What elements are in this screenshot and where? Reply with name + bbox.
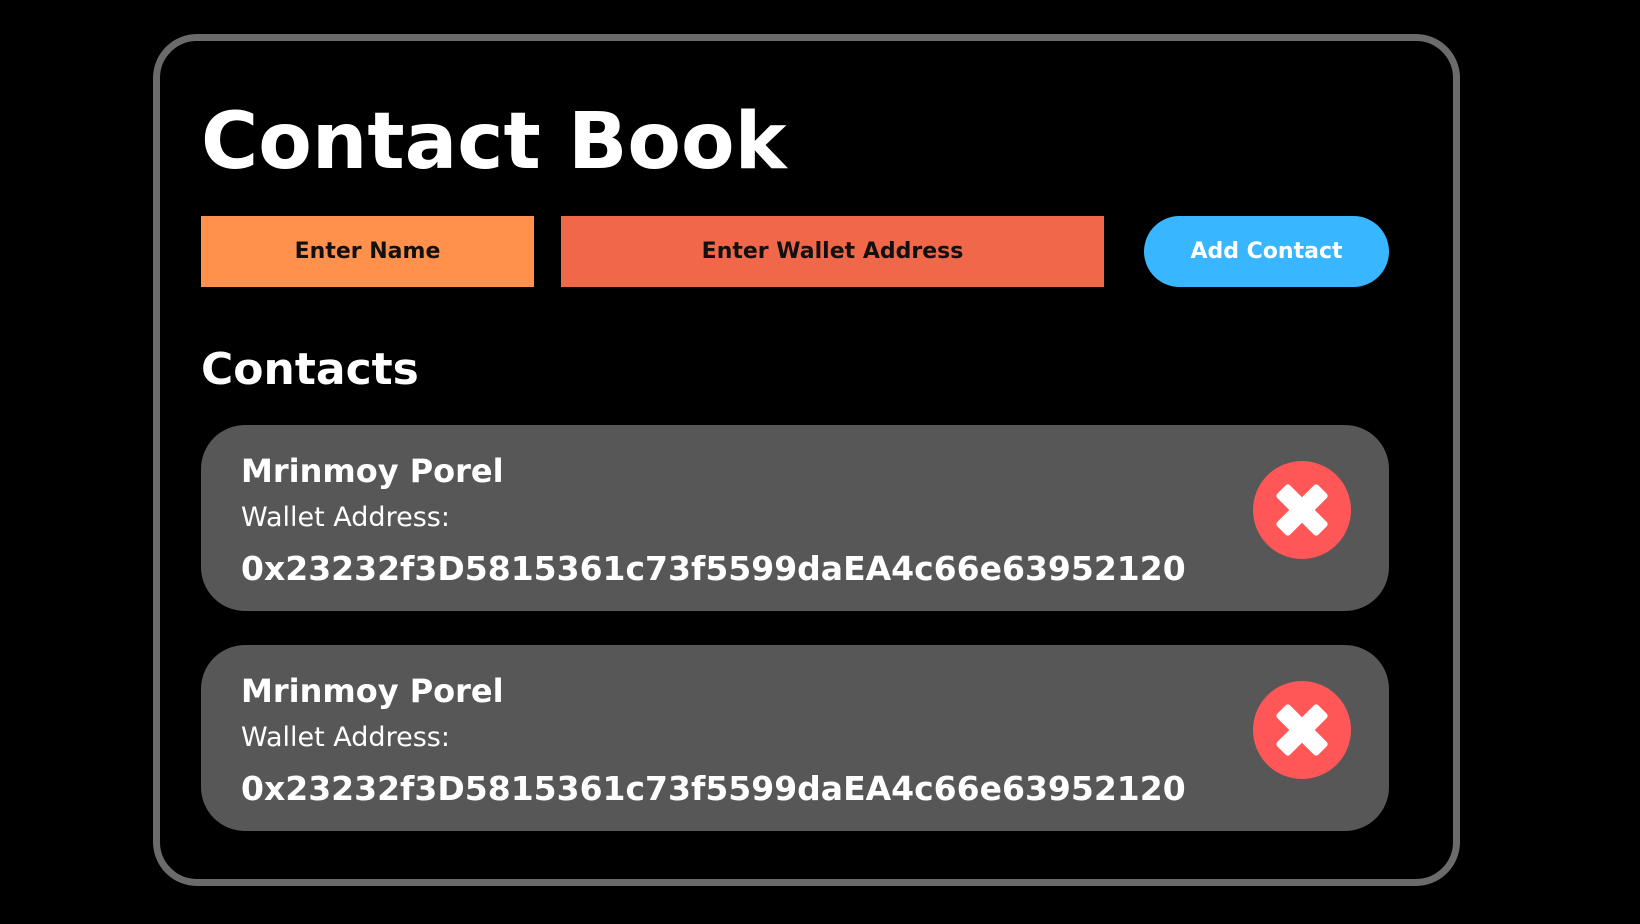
wallet-address-label: Wallet Address: [241, 722, 450, 753]
wallet-address-value: 0x23232f3D5815361c73f5599daEA4c66e639521… [241, 549, 1186, 588]
add-contact-button[interactable]: Add Contact [1144, 216, 1389, 287]
wallet-address-value: 0x23232f3D5815361c73f5599daEA4c66e639521… [241, 769, 1186, 808]
name-input[interactable] [201, 216, 534, 287]
contacts-heading: Contacts [201, 344, 419, 395]
contact-name: Mrinmoy Porel [241, 452, 504, 490]
delete-contact-button[interactable] [1253, 461, 1351, 559]
close-x-icon [1276, 704, 1328, 756]
contact-card: Mrinmoy Porel Wallet Address: 0x23232f3D… [201, 645, 1389, 831]
page-title: Contact Book [201, 97, 787, 187]
wallet-address-input[interactable] [561, 216, 1104, 287]
contact-card: Mrinmoy Porel Wallet Address: 0x23232f3D… [201, 425, 1389, 611]
close-x-icon [1276, 484, 1328, 536]
wallet-address-label: Wallet Address: [241, 502, 450, 533]
delete-contact-button[interactable] [1253, 681, 1351, 779]
contact-name: Mrinmoy Porel [241, 672, 504, 710]
